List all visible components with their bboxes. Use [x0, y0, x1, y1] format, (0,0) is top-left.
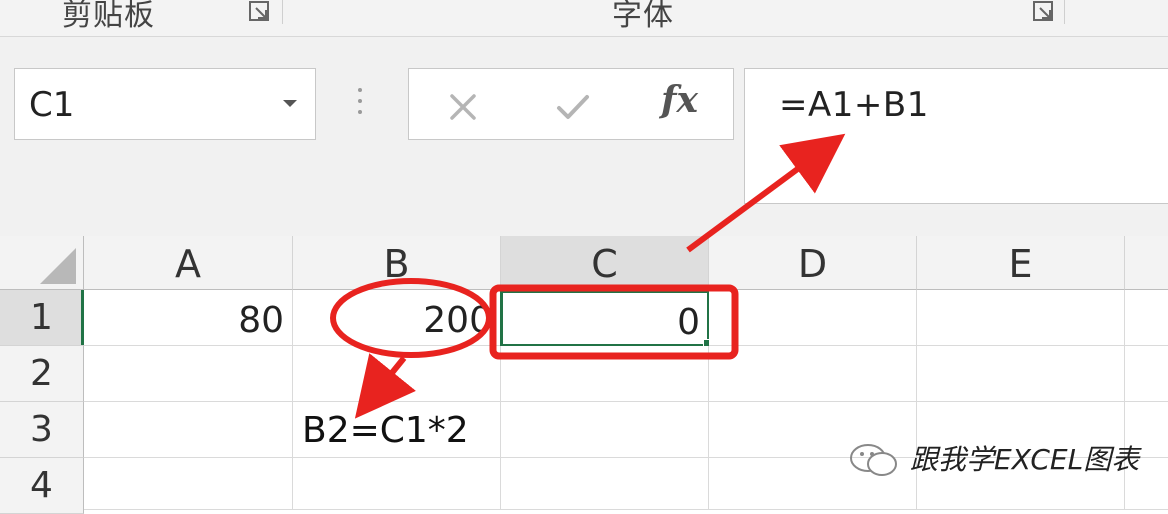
cell-c4[interactable] — [501, 458, 709, 510]
cell-a3[interactable] — [84, 402, 293, 458]
drag-handle-icon[interactable] — [356, 88, 364, 120]
row-header-4[interactable]: 4 — [0, 458, 84, 514]
cell-f2[interactable] — [1125, 346, 1168, 402]
cell-a4[interactable] — [84, 458, 293, 510]
ribbon-separator — [282, 0, 283, 24]
column-header-e[interactable]: E — [917, 236, 1125, 290]
cell-c1[interactable]: 0 — [500, 290, 710, 347]
font-dialog-launcher-icon[interactable] — [1032, 0, 1054, 22]
cell-f1[interactable] — [1125, 290, 1168, 346]
wechat-logo-icon — [850, 444, 897, 476]
cell-c3[interactable] — [501, 402, 709, 458]
row-header-1[interactable]: 1 — [0, 290, 84, 346]
check-icon[interactable] — [555, 91, 591, 123]
cell-b1[interactable]: 200 — [293, 290, 501, 346]
column-header-b[interactable]: B — [293, 236, 501, 290]
column-header-c[interactable]: C — [501, 236, 709, 290]
cell-d2[interactable] — [709, 346, 917, 402]
cell-b2[interactable] — [293, 346, 501, 402]
select-all-button[interactable] — [0, 236, 84, 290]
ribbon-group-clipboard-label: 剪贴板 — [62, 0, 155, 33]
ribbon-group-font-label: 字体 — [612, 0, 674, 33]
formula-input[interactable]: =A1+B1 — [744, 68, 1168, 204]
column-header-f[interactable] — [1125, 236, 1168, 290]
cell-c2[interactable] — [501, 346, 709, 402]
row-header-3[interactable]: 3 — [0, 402, 84, 458]
row-header-2[interactable]: 2 — [0, 346, 84, 402]
watermark-text: 跟我学EXCEL图表 — [910, 443, 1140, 476]
formula-text: =A1+B1 — [779, 85, 929, 125]
chevron-down-icon[interactable] — [283, 100, 297, 107]
name-box[interactable]: C1 — [14, 68, 316, 140]
name-box-value: C1 — [29, 85, 75, 125]
cell-b4[interactable] — [293, 458, 501, 510]
cell-a1[interactable]: 80 — [84, 290, 293, 346]
clipboard-dialog-launcher-icon[interactable] — [248, 0, 270, 22]
annotation-note: B2=C1*2 — [302, 410, 469, 451]
cell-d1[interactable] — [709, 290, 917, 346]
cell-e2[interactable] — [917, 346, 1125, 402]
ribbon-separator — [1064, 0, 1065, 24]
x-icon[interactable] — [447, 91, 479, 123]
column-header-a[interactable]: A — [84, 236, 293, 290]
cell-e1[interactable] — [917, 290, 1125, 346]
column-header-d[interactable]: D — [709, 236, 917, 290]
cell-a2[interactable] — [84, 346, 293, 402]
ribbon-bar: 剪贴板 字体 — [0, 0, 1168, 37]
insert-function-button[interactable]: fx — [661, 79, 698, 121]
formula-buttons: fx — [408, 68, 734, 140]
